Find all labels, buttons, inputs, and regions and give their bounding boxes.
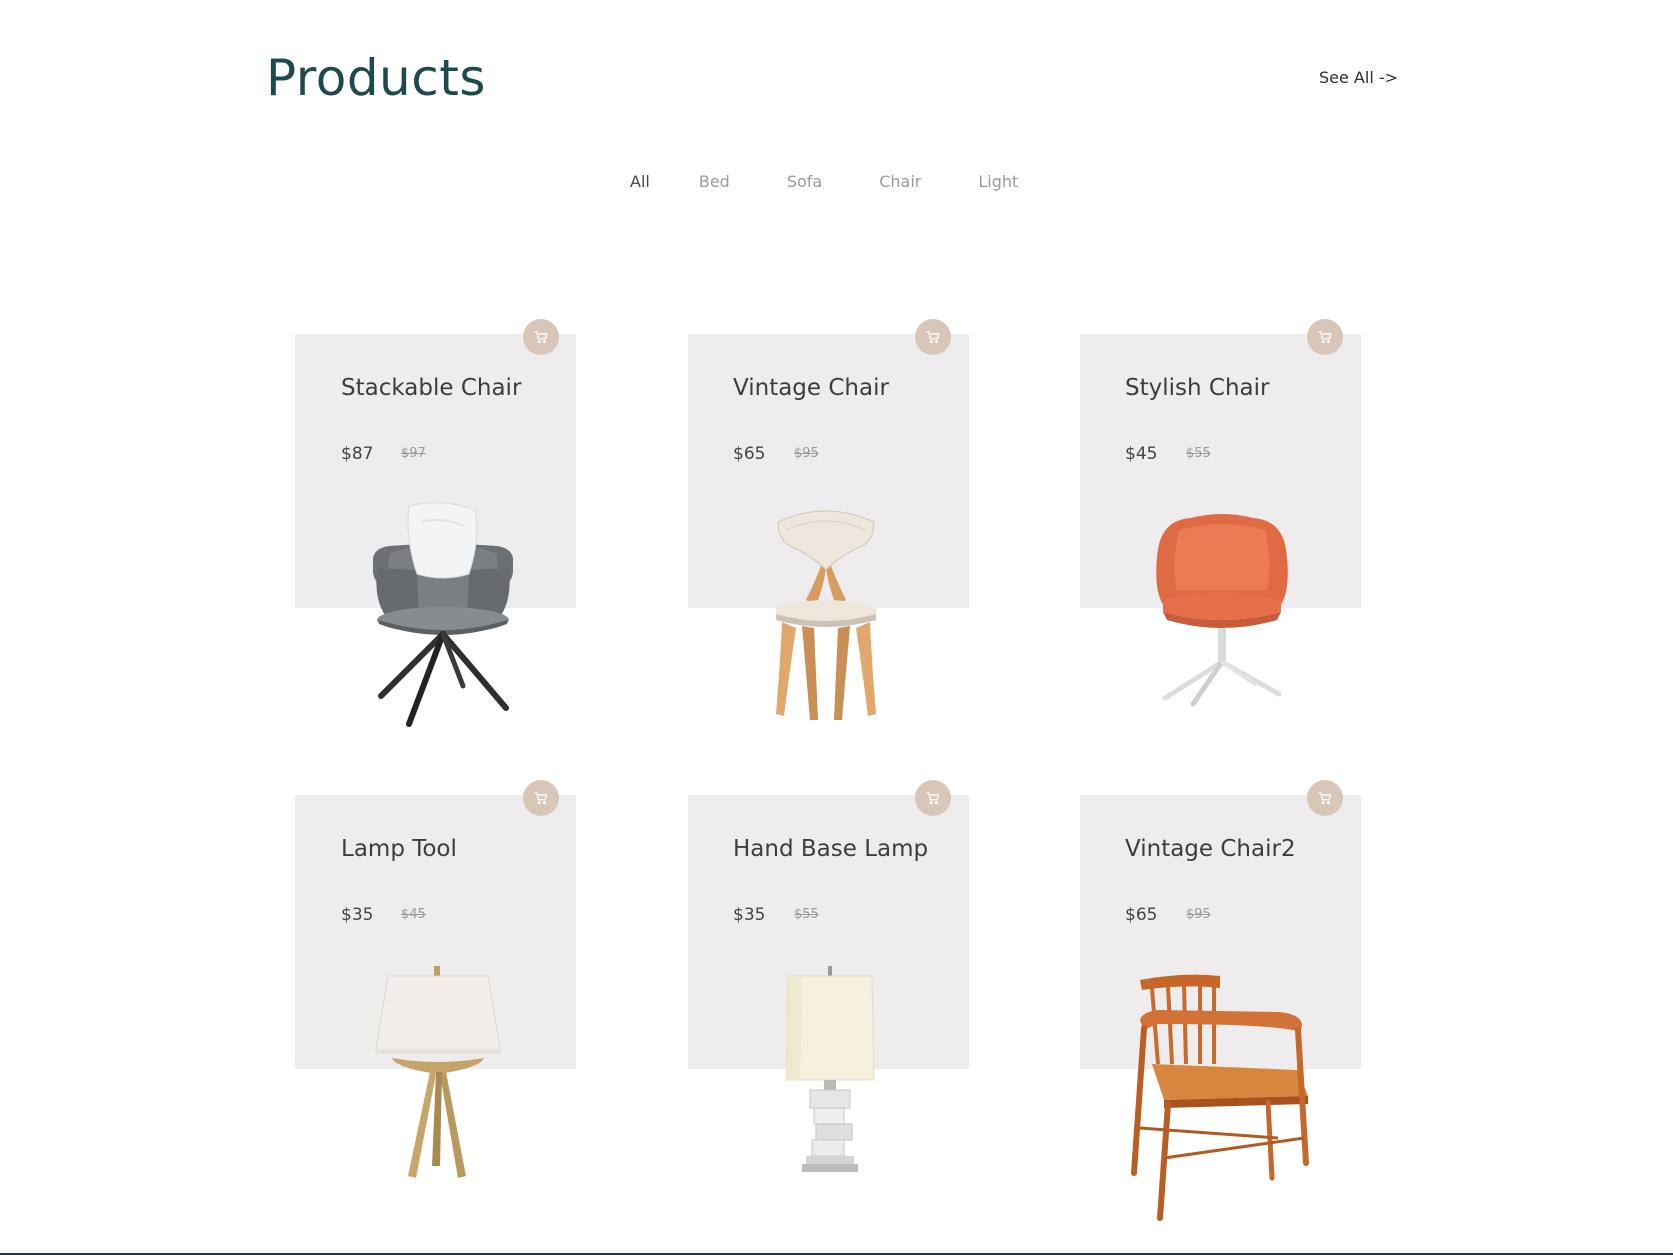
filter-tab-all[interactable]: All <box>630 171 650 193</box>
product-old-price: $45 <box>401 907 426 922</box>
cart-icon <box>926 792 940 805</box>
product-old-price: $97 <box>401 446 426 461</box>
product-price: $65 <box>733 444 766 464</box>
add-to-cart-button[interactable] <box>523 780 559 816</box>
add-to-cart-button[interactable] <box>1307 319 1343 355</box>
cart-icon <box>534 792 548 805</box>
product-name: Stylish Chair <box>1125 375 1270 401</box>
filter-tab-light[interactable]: Light <box>978 171 1018 193</box>
product-old-price: $55 <box>794 907 819 922</box>
filter-tab-chair[interactable]: Chair <box>879 171 921 193</box>
product-name: Hand Base Lamp <box>733 836 929 862</box>
add-to-cart-button[interactable] <box>915 780 951 816</box>
product-name: Vintage Chair2 <box>1125 836 1296 862</box>
product-price: $65 <box>1125 905 1158 925</box>
product-old-price: $95 <box>1186 907 1211 922</box>
product-name: Vintage Chair <box>733 375 889 401</box>
wooden-spindle-armchair-image <box>1131 974 1309 1221</box>
product-price: $45 <box>1125 444 1158 464</box>
products-page: Products See All -> All Bed Sofa Chair L… <box>0 0 1673 1255</box>
product-name: Lamp Tool <box>341 836 457 862</box>
crystal-base-lamp-image <box>785 966 875 1172</box>
add-to-cart-button[interactable] <box>523 319 559 355</box>
filter-tabs: All Bed Sofa Chair Light <box>630 171 1018 193</box>
add-to-cart-button[interactable] <box>915 319 951 355</box>
product-price: $35 <box>733 905 766 925</box>
filter-tab-bed[interactable]: Bed <box>699 171 730 193</box>
product-old-price: $55 <box>1186 446 1211 461</box>
product-price: $35 <box>341 905 374 925</box>
tripod-table-lamp-image <box>375 966 501 1178</box>
gray-armchair-image <box>373 502 513 727</box>
product-old-price: $95 <box>794 446 819 461</box>
cart-icon <box>1318 331 1332 344</box>
orange-swivel-chair-image <box>1156 514 1288 707</box>
add-to-cart-button[interactable] <box>1307 780 1343 816</box>
cart-icon <box>926 331 940 344</box>
cart-icon <box>1318 792 1332 805</box>
product-name: Stackable Chair <box>341 375 522 401</box>
product-price: $87 <box>341 444 374 464</box>
filter-tab-sofa[interactable]: Sofa <box>787 171 822 193</box>
page-title: Products <box>266 49 486 107</box>
cart-icon <box>534 331 548 344</box>
see-all-link[interactable]: See All -> <box>1319 68 1398 88</box>
wooden-cream-chair-image <box>776 510 876 720</box>
